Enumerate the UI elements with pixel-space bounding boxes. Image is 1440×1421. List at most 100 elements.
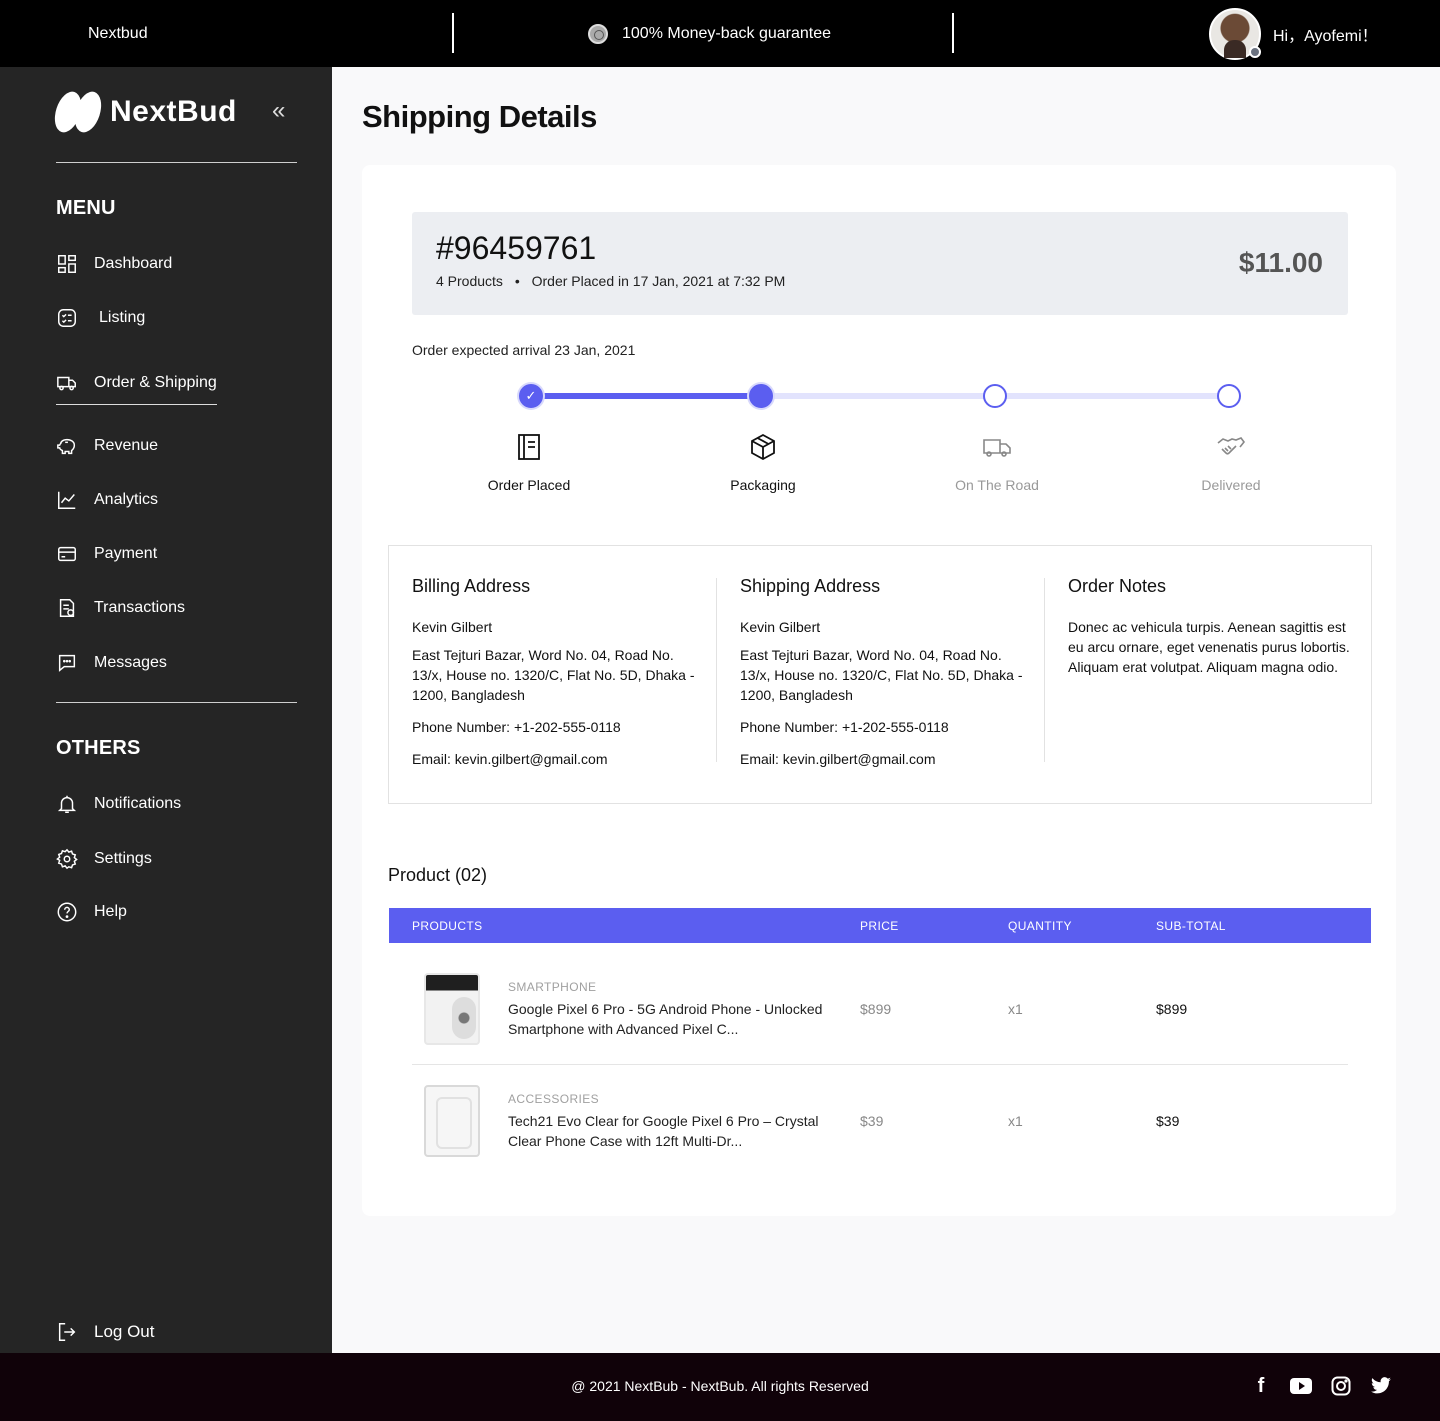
column-header-price: PRICE [860,919,899,933]
notes-text: Donec ac vehicula turpis. Aenean sagitti… [1068,619,1350,675]
promo-banner: 100% Money-back guarantee [588,24,831,44]
sidebar-divider [56,702,297,703]
piggy-bank-icon [57,438,76,455]
expected-arrival: Order expected arrival 23 Jan, 2021 [412,342,636,358]
youtube-icon[interactable] [1290,1375,1312,1397]
step-label-packaging: Packaging [730,477,796,493]
product-category: SMARTPHONE [508,980,597,994]
social-links: f [1250,1375,1392,1397]
divider [452,13,454,53]
logout-button[interactable]: Log Out [56,1319,155,1345]
step-dot-delivered [1217,384,1241,408]
collapse-sidebar-icon[interactable]: « [272,97,285,125]
order-notes: Order Notes Donec ac vehicula turpis. Ae… [1068,576,1358,689]
shipping-email: Email: kevin.gilbert@gmail.com [740,751,936,767]
status-dot [1249,46,1261,58]
logo[interactable]: NextBud [50,88,237,136]
product-price: $39 [860,1113,884,1129]
sidebar-item-notifications[interactable]: Notifications [56,791,181,817]
shipping-details-card: #96459761 4 Products • Order Placed in 1… [362,165,1396,1216]
step-dot-order-placed: ✓ [519,384,543,408]
top-bar: Nextbud 100% Money-back guarantee Hi，Ayo… [0,0,1440,67]
help-icon [57,902,77,922]
sidebar-item-label: Help [94,903,127,920]
sidebar-item-dashboard[interactable]: Dashboard [56,251,172,277]
package-icon [751,433,775,461]
shipping-phone: Phone Number: +1-202-555-0118 [740,719,949,735]
listing-icon [58,309,76,327]
product-price: $899 [860,1001,892,1017]
sidebar-item-payment[interactable]: Payment [56,541,157,567]
user-greeting: Hi，Ayofemi！ [1273,28,1378,45]
product-category: ACCESSORIES [508,1092,600,1106]
step-label-on-the-road: On The Road [955,477,1039,493]
order-total: $11.00 [1238,247,1323,278]
avatar[interactable] [1209,8,1261,60]
promo-text: 100% Money-back guarantee [622,25,832,42]
gear-icon [56,848,78,870]
table-row[interactable]: ACCESSORIES Tech21 Evo Clear for Google … [412,1065,1348,1177]
twitter-icon[interactable] [1370,1375,1392,1397]
sidebar-item-label: Settings [94,850,152,867]
footer: @ 2021 NextBub - NextBub. All rights Res… [0,1353,1440,1421]
column-divider [1044,578,1045,762]
product-name[interactable]: Google Pixel 6 Pro - 5G Android Phone - … [508,999,823,1039]
chat-icon [58,654,76,672]
shipping-address: Shipping Address Kevin Gilbert East Tejt… [740,576,1030,781]
column-divider [716,578,717,762]
shipping-title: Shipping Address [740,576,881,596]
receipt-icon [59,599,75,617]
billing-email: Email: kevin.gilbert@gmail.com [412,751,608,767]
sidebar-item-analytics[interactable]: Analytics [56,487,158,513]
sidebar-item-label: Notifications [94,795,182,812]
others-section-title: OTHERS [56,737,141,759]
instagram-icon[interactable] [1330,1375,1352,1397]
logo-mark-icon [50,88,106,136]
sidebar-item-help[interactable]: Help [56,899,127,925]
product-name[interactable]: Tech21 Evo Clear for Google Pixel 6 Pro … [508,1111,823,1151]
product-subtotal: $899 [1156,1001,1188,1017]
address-section: Billing Address Kevin Gilbert East Tejtu… [388,545,1372,804]
sidebar-item-messages[interactable]: Messages [56,650,167,676]
product-quantity: x1 [1008,1001,1023,1017]
shipping-street: East Tejturi Bazar, Word No. 04, Road No… [740,647,1023,703]
sidebar-divider [56,162,297,163]
sidebar-item-listing[interactable]: Listing [56,305,145,331]
order-summary: #96459761 4 Products • Order Placed in 1… [412,212,1348,315]
order-placed-date: Order Placed in 17 Jan, 2021 at 7:32 PM [531,273,786,289]
billing-title: Billing Address [412,576,531,596]
product-thumbnail [424,1085,480,1157]
brand-name[interactable]: Nextbud [88,25,148,43]
shipping-name: Kevin Gilbert [740,619,821,635]
column-header-products: PRODUCTS [412,919,483,933]
order-id: #96459761 [436,230,597,266]
user-menu[interactable]: Hi，Ayofemi！ [1209,8,1378,60]
step-dot-packaging [749,384,773,408]
sidebar-item-settings[interactable]: Settings [56,846,152,872]
handshake-icon [1217,437,1246,455]
copyright: @ 2021 NextBub - NextBub. All rights Res… [571,1378,869,1394]
products-table-header: PRODUCTS PRICE QUANTITY SUB-TOTAL [389,908,1371,943]
sidebar-item-label: Messages [94,654,167,671]
notebook-icon [518,434,540,460]
step-label-delivered: Delivered [1201,477,1261,493]
product-subtotal: $39 [1156,1113,1180,1129]
billing-phone: Phone Number: +1-202-555-0118 [412,719,621,735]
step-label-order-placed: Order Placed [487,477,571,493]
sidebar-item-revenue[interactable]: Revenue [56,433,158,459]
products-count: 4 Products [436,273,503,289]
step-dot-on-the-road [983,384,1007,408]
meta-separator: • [514,273,520,289]
billing-street: East Tejturi Bazar, Word No. 04, Road No… [412,647,695,703]
product-quantity: x1 [1008,1113,1023,1129]
column-header-subtotal: SUB-TOTAL [1156,919,1226,933]
sidebar-item-label: Dashboard [94,255,173,272]
table-row[interactable]: SMARTPHONE Google Pixel 6 Pro - 5G Andro… [412,953,1348,1065]
facebook-icon[interactable]: f [1250,1375,1272,1397]
sidebar-item-transactions[interactable]: Transactions [56,595,185,621]
billing-address: Billing Address Kevin Gilbert East Tejtu… [412,576,702,781]
order-meta: 4 Products • Order Placed in 17 Jan, 202… [436,273,785,289]
card-icon [58,546,76,562]
menu-section-title: MENU [56,197,116,219]
sidebar-item-order-shipping[interactable]: Order & Shipping [56,369,217,405]
